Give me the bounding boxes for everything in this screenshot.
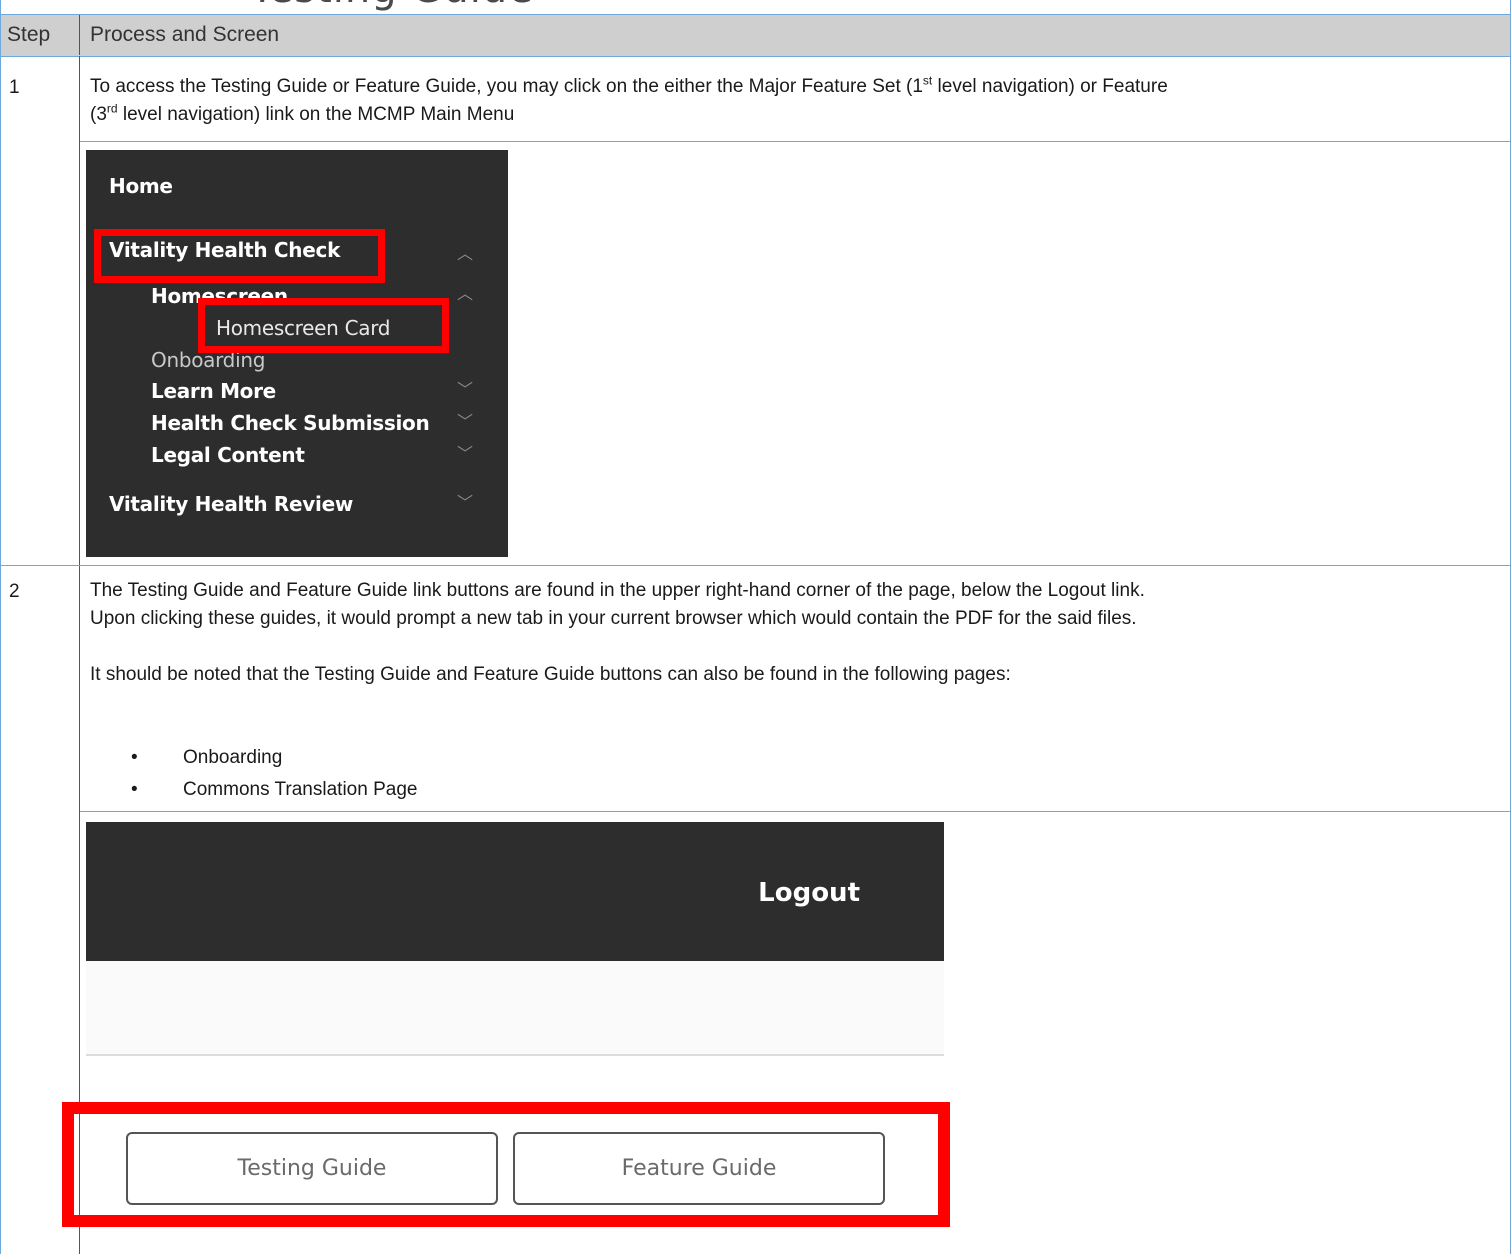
- chevron-down-icon[interactable]: ﹀: [457, 376, 473, 400]
- step1-instructions: To access the Testing Guide or Feature G…: [90, 73, 1168, 125]
- nav-learn-more[interactable]: Learn More: [151, 379, 276, 403]
- chevron-up-icon[interactable]: ︿: [457, 280, 473, 304]
- main-menu-screenshot: Home Vitality Health Check ︿ Homescreen …: [86, 150, 508, 557]
- chevron-down-icon[interactable]: ﹀: [457, 440, 473, 464]
- column-divider: [79, 15, 80, 55]
- document-table: Step Process and Screen 1 To access the …: [0, 0, 1511, 1254]
- header-subbar: [86, 961, 944, 1056]
- nav-legal-content[interactable]: Legal Content: [151, 443, 305, 467]
- row-divider: [1, 565, 1510, 566]
- chevron-up-icon[interactable]: ︿: [457, 240, 473, 264]
- column-divider: [79, 56, 80, 1254]
- step-number: 2: [9, 581, 20, 602]
- header-step: Step: [7, 23, 51, 46]
- chevron-down-icon[interactable]: ﹀: [457, 489, 473, 513]
- list-item: Onboarding: [131, 742, 417, 774]
- pages-list: Onboarding Commons Translation Page: [131, 742, 417, 806]
- header-bar: Logout: [86, 822, 944, 961]
- page-header-screenshot: Logout: [86, 822, 944, 1056]
- chevron-down-icon[interactable]: ﹀: [457, 408, 473, 432]
- nav-health-check-submission[interactable]: Health Check Submission: [151, 411, 430, 435]
- table-header-row: Step Process and Screen: [1, 14, 1510, 57]
- nav-home[interactable]: Home: [109, 174, 173, 198]
- nav-vitality-health-review[interactable]: Vitality Health Review: [109, 492, 353, 516]
- step-number: 1: [9, 77, 20, 98]
- header-process: Process and Screen: [90, 23, 280, 46]
- row-divider: [80, 141, 1510, 142]
- highlight-box: [62, 1102, 950, 1227]
- row-divider: [80, 811, 1510, 812]
- highlight-box: [94, 229, 385, 283]
- logout-link[interactable]: Logout: [758, 878, 860, 908]
- highlight-box: [198, 298, 449, 353]
- list-item: Commons Translation Page: [131, 774, 417, 806]
- step2-instructions: The Testing Guide and Feature Guide link…: [90, 580, 1145, 685]
